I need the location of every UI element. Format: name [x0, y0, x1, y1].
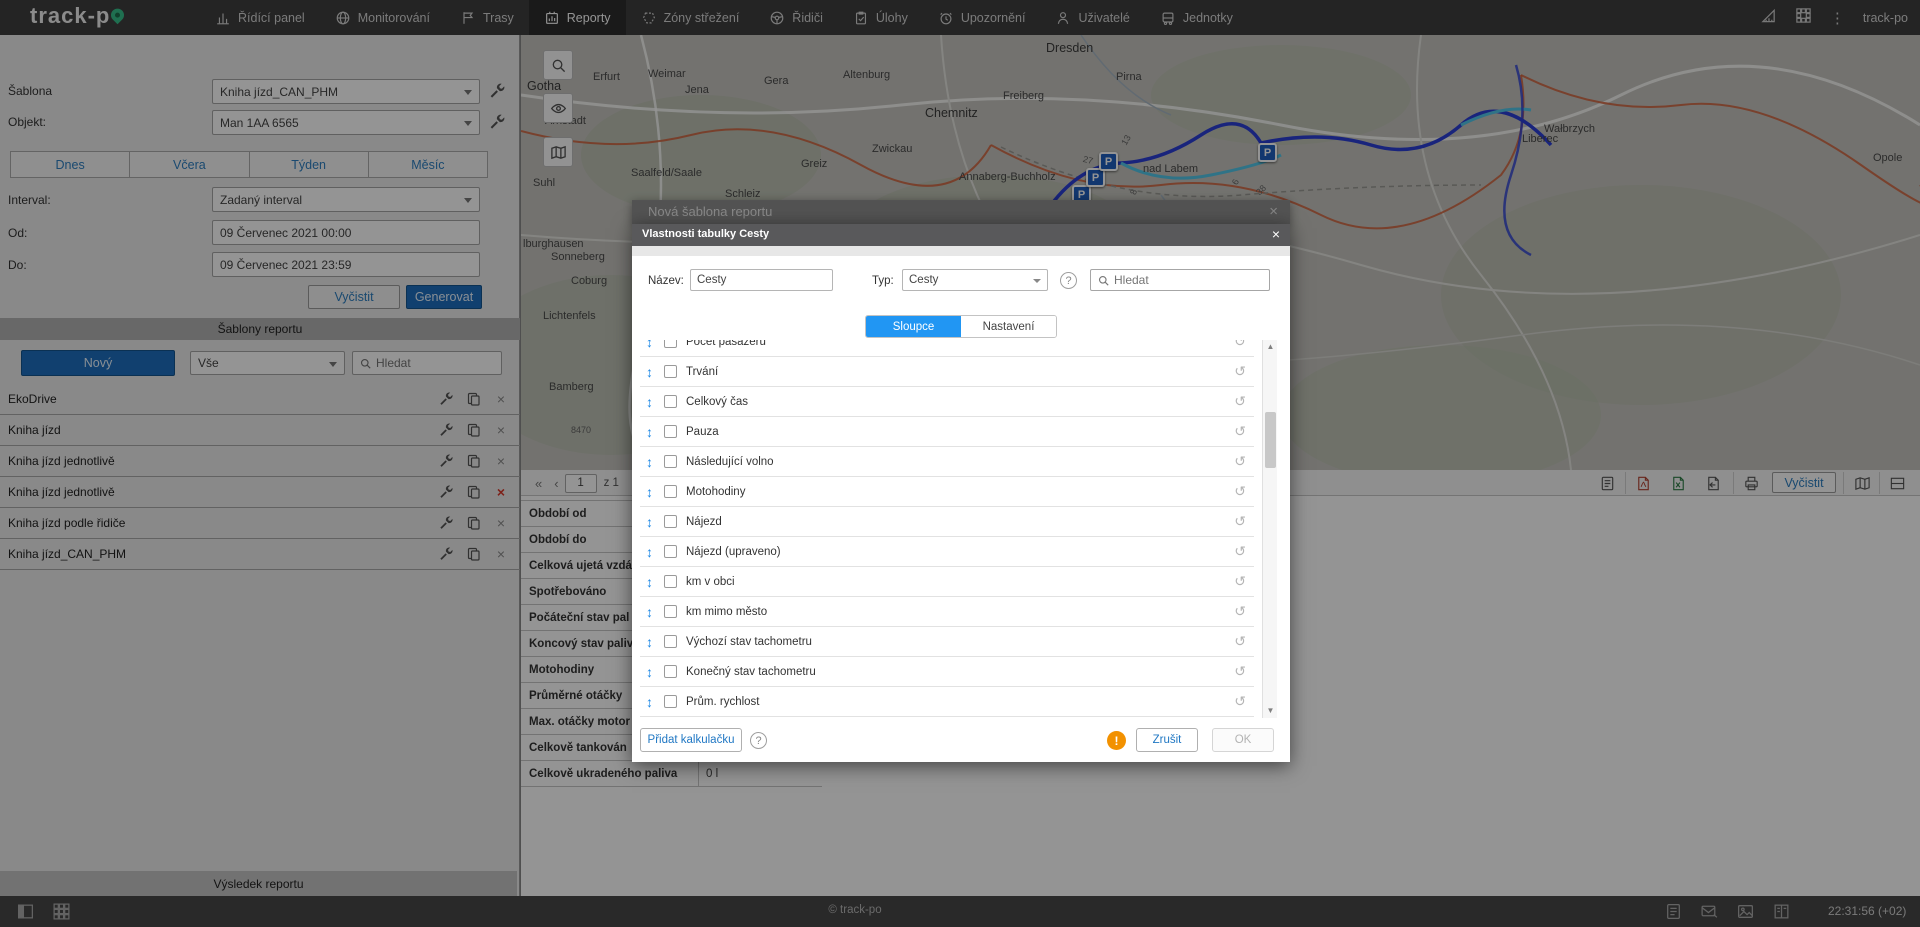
column-row-km-mimo-m-sto: ↕km mimo město↺ — [640, 597, 1254, 627]
reset-icon[interactable]: ↺ — [1234, 483, 1246, 500]
reset-icon[interactable]: ↺ — [1234, 633, 1246, 650]
reset-icon[interactable]: ↺ — [1234, 393, 1246, 410]
column-checkbox[interactable] — [664, 605, 677, 618]
drag-handle-icon[interactable]: ↕ — [646, 484, 662, 500]
column-checkbox[interactable] — [664, 575, 677, 588]
drag-handle-icon[interactable]: ↕ — [646, 664, 662, 680]
column-checkbox[interactable] — [664, 665, 677, 678]
reset-icon[interactable]: ↺ — [1234, 513, 1246, 530]
column-checkbox[interactable] — [664, 485, 677, 498]
chevron-down-icon — [1033, 279, 1041, 283]
drag-handle-icon[interactable]: ↕ — [646, 694, 662, 710]
column-row-n-sleduj-c-volno: ↕Následující volno↺ — [640, 447, 1254, 477]
column-checkbox[interactable] — [664, 635, 677, 648]
help-icon[interactable]: ? — [750, 732, 767, 749]
reset-icon[interactable]: ↺ — [1234, 693, 1246, 710]
reset-icon[interactable]: ↺ — [1234, 340, 1246, 350]
help-icon[interactable]: ? — [1060, 272, 1077, 289]
column-checkbox[interactable] — [664, 425, 677, 438]
search-icon — [1091, 274, 1114, 287]
column-row-n-jezd-upraveno: ↕Nájezd (upraveno)↺ — [640, 537, 1254, 567]
add-calculator-button[interactable]: Přidat kalkulačku — [640, 728, 742, 752]
scroll-up-icon[interactable]: ▲ — [1263, 340, 1278, 354]
reset-icon[interactable]: ↺ — [1234, 453, 1246, 470]
column-checkbox[interactable] — [664, 365, 677, 378]
reset-icon[interactable]: ↺ — [1234, 663, 1246, 680]
dialog-header: Vlastnosti tabulky Cesty × — [632, 224, 1290, 246]
tab-sloupce[interactable]: Sloupce — [866, 316, 961, 337]
dialog-title: Vlastnosti tabulky Cesty — [642, 228, 769, 240]
dialog-tabs: SloupceNastavení — [865, 315, 1057, 338]
name-input[interactable] — [690, 269, 833, 291]
drag-handle-icon[interactable]: ↕ — [646, 574, 662, 590]
reset-icon[interactable]: ↺ — [1234, 423, 1246, 440]
name-label: Název: — [648, 275, 684, 287]
column-checkbox[interactable] — [664, 545, 677, 558]
column-row-po-et-pasa-er: ↕Počet pasažerů↺ — [640, 340, 1254, 357]
close-icon[interactable]: × — [1272, 226, 1280, 242]
drag-handle-icon[interactable]: ↕ — [646, 634, 662, 650]
drag-handle-icon[interactable]: ↕ — [646, 340, 662, 350]
drag-handle-icon[interactable]: ↕ — [646, 514, 662, 530]
drag-handle-icon[interactable]: ↕ — [646, 454, 662, 470]
type-select[interactable]: Cesty — [902, 269, 1048, 291]
cancel-button[interactable]: Zrušit — [1136, 728, 1198, 752]
drag-handle-icon[interactable]: ↕ — [646, 544, 662, 560]
column-checkbox[interactable] — [664, 515, 677, 528]
column-row-trv-n: ↕Trvání↺ — [640, 357, 1254, 387]
column-row-celkov-as: ↕Celkový čas↺ — [640, 387, 1254, 417]
column-checkbox[interactable] — [664, 340, 677, 348]
column-row-kone-n-stav-tachometru: ↕Konečný stav tachometru↺ — [640, 657, 1254, 687]
list-scrollbar[interactable]: ▲ ▼ — [1262, 340, 1277, 718]
column-row-n-jezd: ↕Nájezd↺ — [640, 507, 1254, 537]
column-search-input[interactable] — [1114, 273, 1269, 287]
column-row-km-v-obci: ↕km v obci↺ — [640, 567, 1254, 597]
drag-handle-icon[interactable]: ↕ — [646, 394, 662, 410]
column-checkbox[interactable] — [664, 695, 677, 708]
scrollbar-thumb[interactable] — [1265, 412, 1276, 468]
reset-icon[interactable]: ↺ — [1234, 543, 1246, 560]
reset-icon[interactable]: ↺ — [1234, 573, 1246, 590]
column-list: ↕Počet pasažerů↺↕Trvání↺↕Celkový čas↺↕Pa… — [632, 340, 1262, 718]
column-search[interactable] — [1090, 269, 1270, 291]
tab-nastaven[interactable]: Nastavení — [961, 316, 1056, 337]
column-row-pauza: ↕Pauza↺ — [640, 417, 1254, 447]
drag-handle-icon[interactable]: ↕ — [646, 604, 662, 620]
column-checkbox[interactable] — [664, 395, 677, 408]
drag-handle-icon[interactable]: ↕ — [646, 424, 662, 440]
column-row-motohodiny: ↕Motohodiny↺ — [640, 477, 1254, 507]
column-row-pr-m-rychlost: ↕Prům. rychlost↺ — [640, 687, 1254, 717]
drag-handle-icon[interactable]: ↕ — [646, 364, 662, 380]
type-label: Typ: — [872, 275, 894, 287]
scroll-down-icon[interactable]: ▼ — [1263, 704, 1278, 718]
reset-icon[interactable]: ↺ — [1234, 603, 1246, 620]
table-properties-dialog: Vlastnosti tabulky Cesty × Název: Typ: C… — [632, 224, 1290, 762]
column-checkbox[interactable] — [664, 455, 677, 468]
ok-button[interactable]: OK — [1212, 728, 1274, 752]
reset-icon[interactable]: ↺ — [1234, 363, 1246, 380]
column-row-v-choz-stav-tachometru: ↕Výchozí stav tachometru↺ — [640, 627, 1254, 657]
warning-icon: ! — [1107, 731, 1126, 750]
